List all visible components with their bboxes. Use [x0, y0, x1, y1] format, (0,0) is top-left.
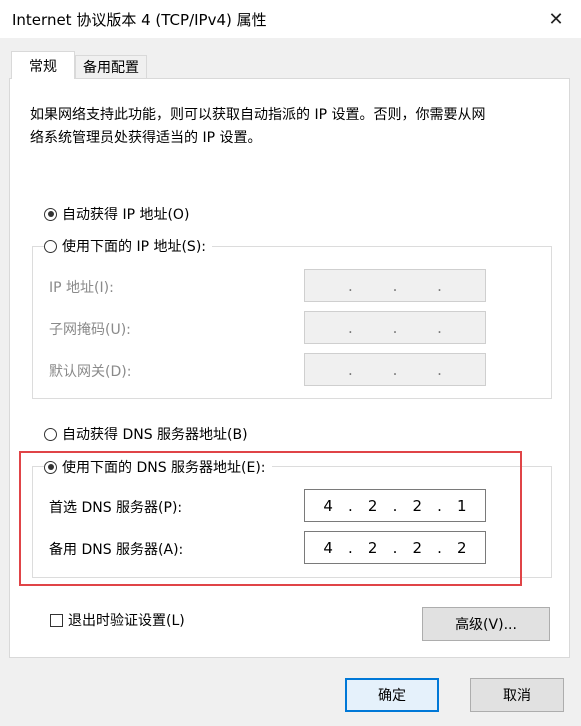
ip-address-field[interactable]: ... — [304, 269, 486, 302]
auto-ip-radio[interactable]: 自动获得 IP 地址(O) — [44, 204, 189, 224]
checkbox-unchecked-icon — [50, 613, 63, 627]
manual-ip-label: 使用下面的 IP 地址(S): — [62, 239, 206, 255]
radio-unchecked-icon — [44, 239, 57, 253]
radio-unchecked-icon — [44, 427, 57, 441]
subnet-mask-label: 子网掩码(U): — [49, 322, 131, 338]
description-line-2: 络系统管理员处获得适当的 IP 设置。 — [30, 130, 262, 146]
auto-dns-radio[interactable]: 自动获得 DNS 服务器地址(B) — [44, 424, 248, 444]
ok-button[interactable]: 确定 — [345, 678, 439, 712]
default-gateway-label: 默认网关(D): — [49, 364, 132, 380]
validate-on-exit-label: 退出时验证设置(L) — [68, 613, 185, 629]
default-gateway-field[interactable]: ... — [304, 353, 486, 386]
close-icon: ✕ — [548, 8, 564, 30]
tab-general-label: 常规 — [29, 58, 57, 75]
subnet-mask-field[interactable]: ... — [304, 311, 486, 344]
highlight-box — [19, 451, 522, 586]
close-button[interactable]: ✕ — [538, 4, 574, 34]
description-line-1: 如果网络支持此功能，则可以获取自动指派的 IP 设置。否则，你需要从网 — [30, 107, 486, 123]
window-title: Internet 协议版本 4 (TCP/IPv4) 属性 — [12, 11, 267, 29]
tab-alternate-label: 备用配置 — [83, 60, 139, 76]
tab-alternate-configuration[interactable]: 备用配置 — [75, 55, 147, 79]
cancel-button[interactable]: 取消 — [470, 678, 564, 712]
advanced-button[interactable]: 高级(V)... — [422, 607, 550, 641]
radio-checked-icon — [44, 207, 57, 221]
validate-on-exit-checkbox[interactable]: 退出时验证设置(L) — [50, 610, 185, 630]
tab-general[interactable]: 常规 — [11, 51, 75, 79]
manual-ip-radio[interactable]: 使用下面的 IP 地址(S): — [44, 236, 212, 256]
cancel-button-label: 取消 — [503, 688, 531, 704]
auto-dns-label: 自动获得 DNS 服务器地址(B) — [62, 427, 248, 443]
ip-address-label: IP 地址(I): — [49, 280, 114, 296]
advanced-button-label: 高级(V)... — [455, 617, 517, 633]
auto-ip-label: 自动获得 IP 地址(O) — [62, 207, 190, 223]
ok-button-label: 确定 — [378, 688, 406, 704]
